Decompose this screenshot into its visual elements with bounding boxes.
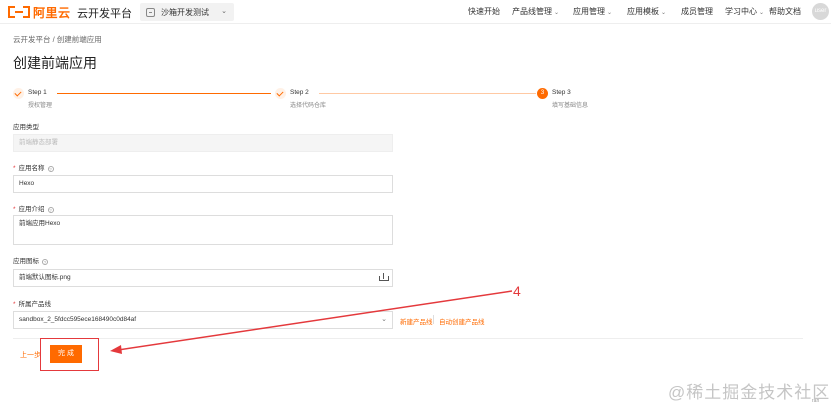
page-title: 创建前端应用 xyxy=(13,55,97,71)
chevron-down-icon: ⌄ xyxy=(554,10,560,16)
aliyun-logo[interactable]: 阿里云 xyxy=(8,5,71,20)
nav-app-management[interactable]: 应用管理 ⌄ xyxy=(573,6,612,17)
step-1-title: Step 1 xyxy=(28,89,47,96)
user-avatar[interactable]: user xyxy=(812,3,829,20)
app-icon-filename: 前端默认图标.png xyxy=(19,274,71,281)
step-3-title: Step 3 xyxy=(552,89,571,96)
nav-learning-center[interactable]: 学习中心 ⌄ xyxy=(725,6,764,17)
corner-text: ran xyxy=(812,398,820,404)
environment-select[interactable]: 沙箱开发测试 ⌄ xyxy=(140,3,234,21)
breadcrumb[interactable]: 云开发平台 / 创建前端应用 xyxy=(13,34,102,45)
product-line-select[interactable]: sandbox_2_5fdcc595ece168490c0d84af ⌄ xyxy=(13,311,393,329)
auto-create-product-line-link[interactable]: 自动创建产品线 xyxy=(439,316,485,326)
chevron-down-icon: ⌄ xyxy=(221,8,227,15)
step-3-number: 3 xyxy=(537,88,548,99)
aliyun-logo-icon xyxy=(8,6,30,18)
app-icon-upload[interactable]: 前端默认图标.png xyxy=(13,269,393,287)
environment-select-value: 沙箱开发测试 xyxy=(161,7,209,17)
chevron-down-icon: ⌄ xyxy=(381,316,387,323)
app-name-label: * 应用名称? xyxy=(13,165,54,172)
app-desc-label: * 应用介绍? xyxy=(13,206,54,213)
annotation-highlight-box xyxy=(40,338,99,371)
nav-quick-start[interactable]: 快速开始 xyxy=(468,6,500,17)
nav-member-management[interactable]: 成员管理 xyxy=(681,6,713,17)
app-type-field: 前端静态部署 xyxy=(13,134,393,152)
help-icon[interactable]: ? xyxy=(47,207,54,213)
help-icon[interactable]: ? xyxy=(42,259,48,265)
nav-app-templates[interactable]: 应用模板 ⌄ xyxy=(627,6,666,17)
step-3-desc: 填写基础信息 xyxy=(552,103,589,109)
platform-title[interactable]: 云开发平台 xyxy=(77,5,132,21)
watermark: @稀土掘金技术社区 xyxy=(668,383,831,402)
nav-help-docs[interactable]: 帮助文档 xyxy=(769,6,801,17)
prev-step-button[interactable]: 上一步 xyxy=(20,350,41,360)
product-line-value: sandbox_2_5fdcc595ece168490c0d84af xyxy=(19,316,137,323)
annotation-arrow xyxy=(110,290,513,354)
help-icon[interactable]: ? xyxy=(47,166,54,172)
new-product-line-link[interactable]: 新建产品线 xyxy=(400,316,433,326)
chevron-down-icon: ⌄ xyxy=(759,10,765,16)
check-icon xyxy=(13,88,24,99)
step-2-desc: 选择代码仓库 xyxy=(290,103,327,109)
nav-product-line-management[interactable]: 产品线管理 ⌄ xyxy=(512,6,559,17)
chevron-down-icon: ⌄ xyxy=(607,10,613,16)
app-icon-label: 应用图标? xyxy=(13,258,48,265)
app-name-input[interactable]: Hexo xyxy=(13,175,393,193)
upload-icon[interactable] xyxy=(379,273,389,281)
top-navigation-bar: 阿里云 云开发平台 沙箱开发测试 ⌄ 快速开始 产品线管理 ⌄ 应用管理 ⌄ 应用模… xyxy=(0,0,831,24)
step-connector xyxy=(319,93,536,94)
step-indicator: Step 1 授权管理 Step 2 选择代码仓库 3 Step 3 填写基础信… xyxy=(13,88,793,112)
step-2-title: Step 2 xyxy=(290,89,309,96)
annotation-number: 4 xyxy=(513,283,521,299)
app-desc-textarea[interactable]: 前端应用Hexo xyxy=(13,215,393,245)
check-icon xyxy=(275,88,286,99)
step-1-desc: 授权管理 xyxy=(28,103,53,109)
box-icon xyxy=(146,7,155,17)
logo-text: 阿里云 xyxy=(33,5,71,20)
chevron-down-icon: ⌄ xyxy=(661,10,667,16)
step-connector xyxy=(57,93,271,94)
app-type-label: 应用类型 xyxy=(13,124,39,131)
footer-divider xyxy=(13,338,803,339)
link-divider xyxy=(433,315,434,324)
product-line-label: * 所属产品线 xyxy=(13,301,52,308)
